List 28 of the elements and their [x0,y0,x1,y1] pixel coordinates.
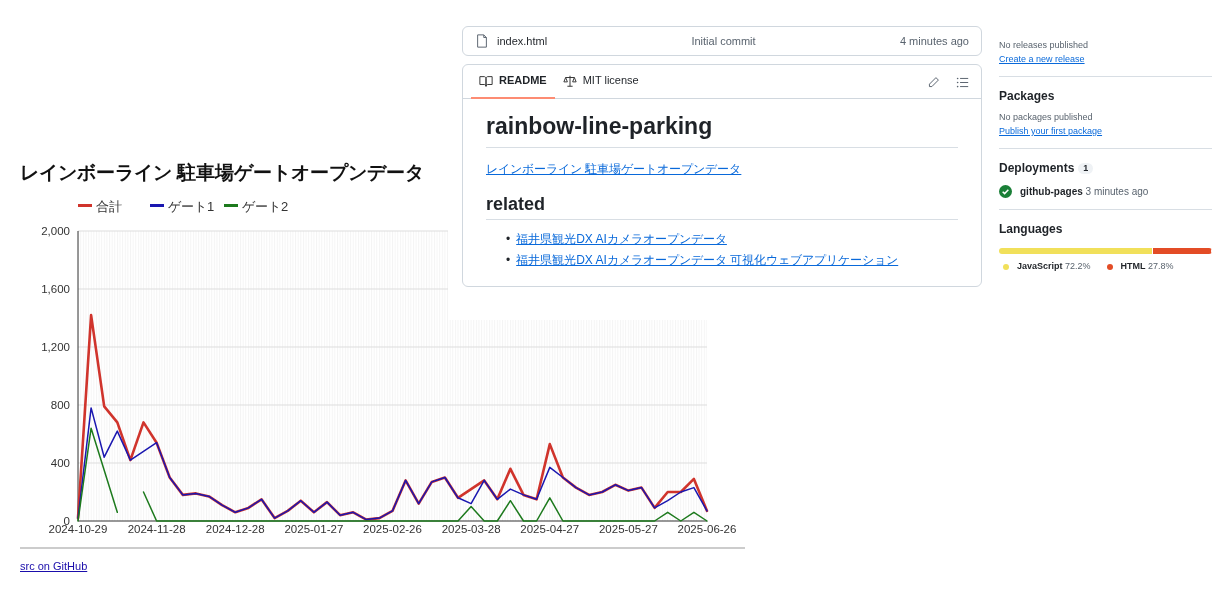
x-axis-label: 2025-05-27 [598,522,658,535]
y-axis-label: 1,200 [41,340,70,353]
bullet: • [506,232,511,247]
count-badge: 1 [1078,163,1094,174]
section-title: Packages [999,89,1056,104]
y-axis-label: 2,000 [41,224,70,237]
readme-heading: rainbow-line-parking [486,113,958,148]
legend-label: ゲート1 [168,198,215,214]
x-axis-label: 2024-12-28 [205,522,265,535]
page-title: レインボーライン 駐車場ゲートオープンデータ [20,162,425,185]
bullet: • [506,253,511,268]
packages-note: No packages published [999,111,1094,125]
x-axis-label: 2025-06-26 [677,522,737,535]
x-axis-label: 2025-01-27 [284,522,344,535]
y-axis-label: 800 [50,398,70,411]
legend-label: 合計 [96,198,122,214]
y-axis-label: 400 [50,456,70,469]
legend-label: ゲート2 [242,198,289,214]
commit-time: 4 minutes ago [899,33,969,49]
section-title: Languages [999,221,1064,237]
x-axis-label: 2024-11-28 [127,522,186,535]
readme-subheading: related [486,193,958,221]
x-axis-label: 2025-03-28 [441,522,501,535]
x-axis-label: 2025-02-26 [363,522,422,535]
y-axis-label: 1,600 [41,282,70,295]
releases-note: No releases published [999,39,1090,52]
x-axis-label: 2025-04-27 [520,522,580,535]
section-title: Deployments [999,161,1075,176]
